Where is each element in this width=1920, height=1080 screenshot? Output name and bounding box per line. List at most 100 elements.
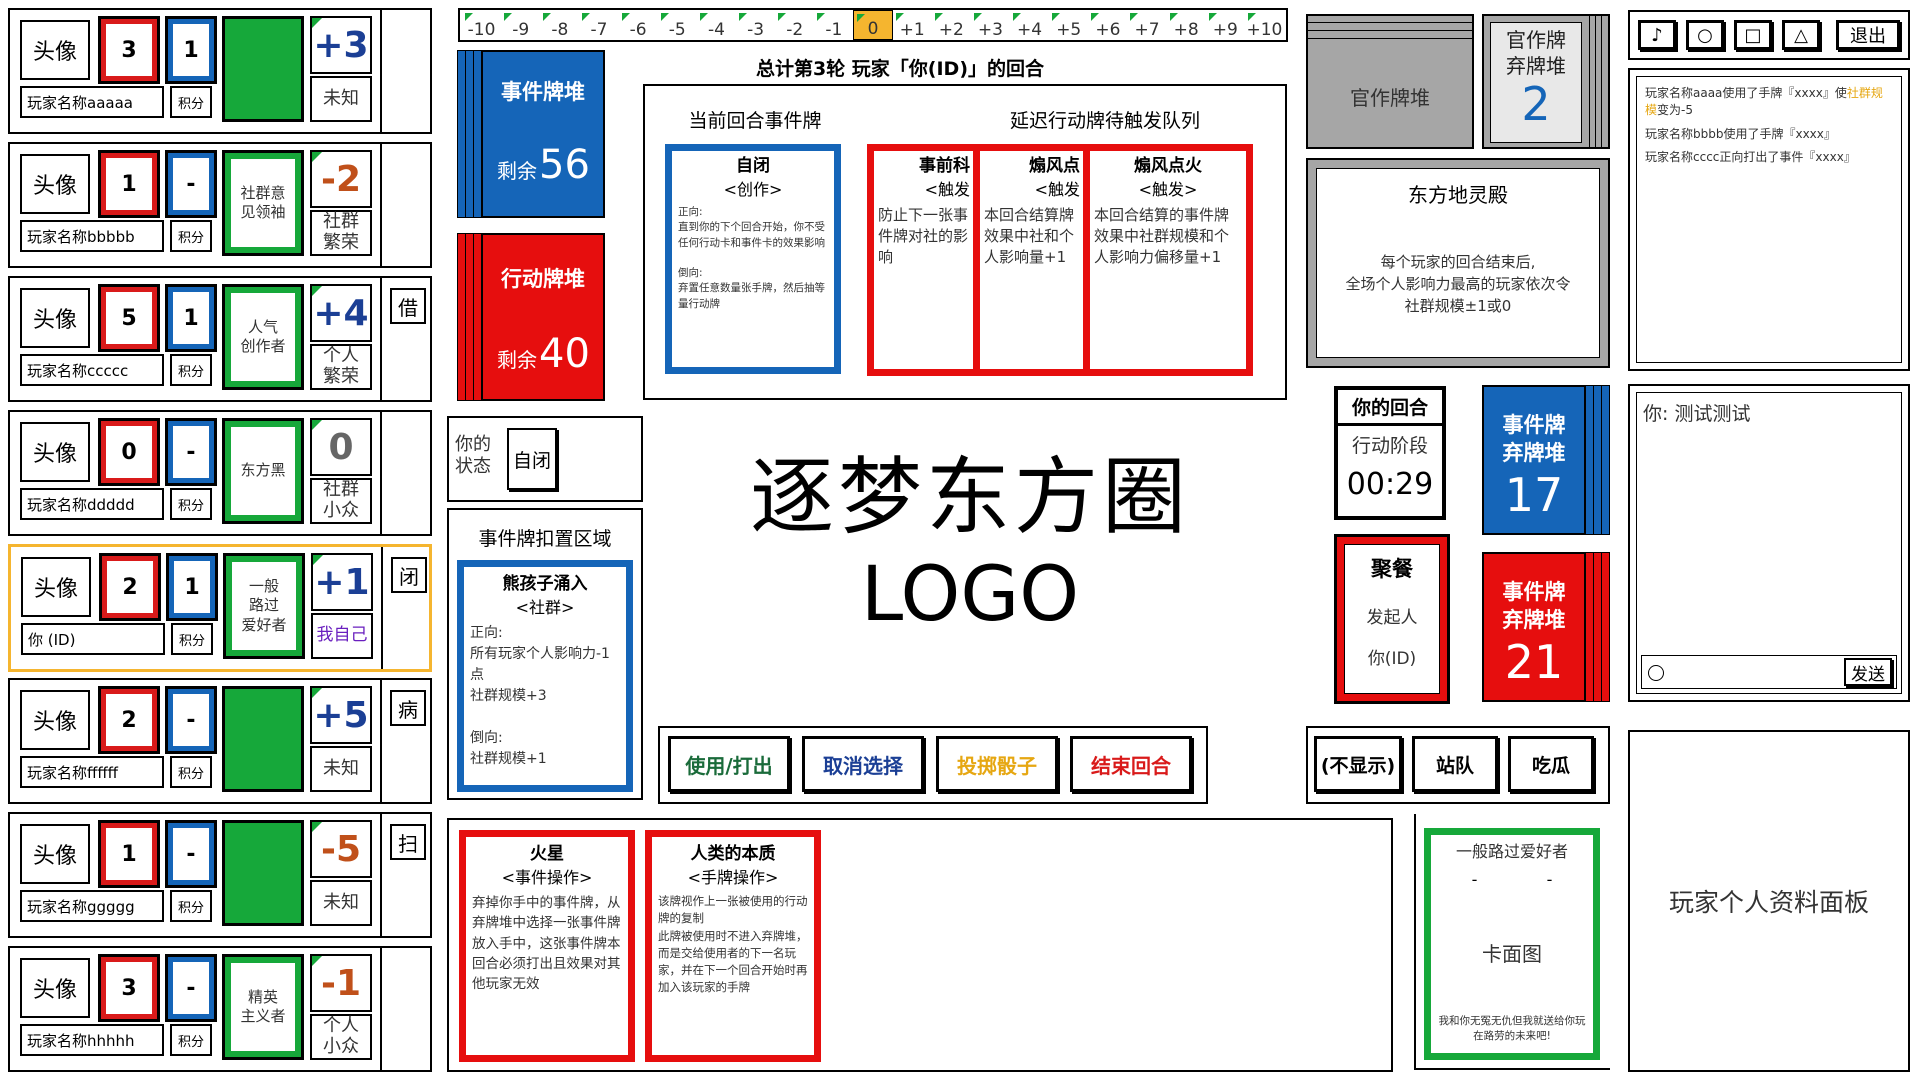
player-avatar[interactable]: 头像	[20, 288, 90, 348]
role-card[interactable]: 一般路过爱好者 - - 卡面图 我和你无冤无仇但我就送给你玩在路劳的未来吧!	[1424, 828, 1600, 1060]
round-title: 总计第3轮 玩家「你(ID)」的回合	[755, 57, 1045, 80]
deduct-card[interactable]: 熊孩子涌入 <社群> 正向: 所有玩家个人影响力-1点 社群规模+3 倒向: 社…	[457, 560, 633, 792]
your-turn-panel: 你的回合 行动阶段 00:29	[1334, 386, 1446, 520]
event-area: 当前回合事件牌 延迟行动牌待触发队列 自闭 <创作> 正向: 直到你的下个回合开…	[643, 84, 1287, 400]
chat-input[interactable]: 发送	[1641, 655, 1897, 689]
player-role-card[interactable]	[222, 686, 304, 792]
player-panel[interactable]: 头像 玩家名称hhhhh 积分 3- 精英 主义者 -1 个人 小众	[8, 946, 432, 1072]
profile-panel[interactable]: 玩家个人资料面板	[1628, 730, 1910, 1072]
player-panel[interactable]: 头像 玩家名称ddddd 积分 0- 东方黑 0 社群 小众	[8, 410, 432, 536]
player-blue-count: -	[165, 954, 217, 1022]
delay-card-sub: <触发	[1034, 179, 1080, 199]
player-blue-count: -	[165, 150, 217, 218]
party-card[interactable]: 聚餐 发起人 你(ID)	[1334, 534, 1450, 704]
player-avatar[interactable]: 头像	[21, 557, 91, 617]
player-role-card[interactable]: 东方黑	[222, 418, 304, 524]
dice-button[interactable]: 投掷骰子	[936, 736, 1058, 792]
player-name: 玩家名称ccccc	[20, 354, 164, 386]
event-discard-blue-title: 事件牌 弃牌堆	[1502, 413, 1566, 466]
deduct-card-name: 熊孩子涌入	[502, 574, 588, 594]
track-tick: -4	[697, 10, 736, 40]
player-panel[interactable]: 头像 玩家名称ggggg 积分 1- -5 未知扫	[8, 812, 432, 938]
player-role-card[interactable]: 一般 路过 爱好者	[223, 553, 305, 659]
player-panel[interactable]: 头像你 (ID) 积分 2 1 一般 路过 爱好者 +1 我自己闭	[8, 544, 432, 672]
delay-card-name: 煽风点火	[1134, 156, 1202, 176]
player-status-badge[interactable]: 闭	[391, 557, 427, 593]
player-status-badge[interactable]: 借	[390, 288, 426, 324]
send-button[interactable]: 发送	[1844, 658, 1892, 686]
delay-card-name: 煽风点	[1029, 156, 1080, 176]
event-discard-red[interactable]: 事件牌 弃牌堆 21	[1482, 552, 1610, 702]
player-panel[interactable]: 头像 玩家名称ccccc 积分 5 1 人气 创作者 +4 个人 繁荣借	[8, 276, 432, 402]
player-tag: 我自己	[311, 613, 373, 659]
player-role-card[interactable]	[222, 820, 304, 926]
player-divider	[380, 948, 382, 1070]
player-divider	[380, 10, 382, 132]
player-panel[interactable]: 头像 玩家名称bbbbb 积分 1- 社群意 见领袖 -2 社群 繁荣	[8, 142, 432, 268]
player-divider	[380, 814, 382, 936]
player-role-card[interactable]: 人气 创作者	[222, 284, 304, 390]
hand-card[interactable]: 火星 <事件操作> 弃掉你手中的事件牌，从弃牌堆中选择一张事件牌放入手中，这张事件牌…	[459, 830, 635, 1062]
player-score: 积分	[170, 756, 212, 788]
stance-melon-button[interactable]: 吃瓜	[1508, 736, 1594, 792]
event-deck[interactable]: 事件牌堆 剩余 56	[457, 50, 605, 218]
player-status-badge[interactable]: 病	[390, 690, 426, 726]
location-body: 每个玩家的回合结束后, 全场个人影响力最高的玩家依次令 社群规模±1或0	[1345, 253, 1571, 315]
current-event-body: 正向: 直到你的下个回合开始，你不受任何行动卡和事件卡的效果影响 倒向: 弃置任…	[678, 206, 825, 310]
player-name: 玩家名称hhhhh	[20, 1024, 164, 1056]
player-role-card[interactable]	[222, 16, 304, 122]
hand-card-sub: <事件操作>	[501, 867, 593, 887]
music-button[interactable]: ♪	[1638, 20, 1676, 50]
player-name: 玩家名称ffffff	[20, 756, 164, 788]
circle-button[interactable]: ○	[1686, 20, 1724, 50]
official-deck[interactable]: 官作牌堆	[1306, 14, 1474, 149]
player-avatar[interactable]: 头像	[20, 154, 90, 214]
chat-emoji-icon[interactable]	[1648, 665, 1664, 681]
player-score: 积分	[170, 220, 212, 252]
player-red-count: 5	[98, 284, 160, 352]
delay-queue-card[interactable]: 煽风点 <触发 本回合结算牌效果中社和个人影响量+1	[973, 144, 1091, 376]
player-influence-delta: -5	[310, 820, 372, 878]
player-avatar[interactable]: 头像	[20, 422, 90, 482]
player-avatar[interactable]: 头像	[20, 690, 90, 750]
track-tick: -1	[814, 10, 853, 40]
quit-button[interactable]: 退出	[1836, 20, 1900, 50]
play-button[interactable]: 使用/打出	[668, 736, 790, 792]
track-tick: +10	[1245, 10, 1284, 40]
hand-card[interactable]: 人类的本质 <手牌操作> 该牌视作上一张被使用的行动牌的复制 此牌被使用时不进入弃牌…	[645, 830, 821, 1062]
location-card[interactable]: 东方地灵殿 每个玩家的回合结束后, 全场个人影响力最高的玩家依次令 社群规模±1…	[1306, 158, 1610, 368]
player-name: 玩家名称ggggg	[20, 890, 164, 922]
deduct-area: 事件牌扣置区域 熊孩子涌入 <社群> 正向: 所有玩家个人影响力-1点 社群规模…	[447, 508, 643, 800]
player-avatar[interactable]: 头像	[20, 958, 90, 1018]
track-tick: -6	[619, 10, 658, 40]
cancel-button[interactable]: 取消选择	[802, 736, 924, 792]
delay-queue-card[interactable]: 煽风点火 <触发> 本回合结算的事件牌效果中社群规模和个人影响力偏移量+1	[1083, 144, 1253, 376]
track-tick: -9	[501, 10, 540, 40]
player-role-card[interactable]: 精英 主义者	[222, 954, 304, 1060]
my-state-label: 你的 状态	[455, 434, 491, 477]
track-tick: +9	[1206, 10, 1245, 40]
log-entry: 玩家名称bbbb使用了手牌『xxxx』	[1645, 126, 1836, 141]
hand-card-body: 弃掉你手中的事件牌，从弃牌堆中选择一张事件牌放入手中，这张事件牌本回合必须打出且…	[472, 895, 621, 993]
stance-side-button[interactable]: 站队	[1412, 736, 1498, 792]
player-panel[interactable]: 头像 玩家名称ffffff 积分 2- +5 未知病	[8, 678, 432, 804]
delay-queue-card[interactable]: 事前科 <触发 防止下一张事件牌对社的影响	[867, 144, 981, 376]
event-discard-blue[interactable]: 事件牌 弃牌堆 17	[1482, 385, 1610, 535]
official-discard[interactable]: 官作牌 弃牌堆 2	[1482, 14, 1610, 149]
action-deck[interactable]: 行动牌堆 剩余 40	[457, 233, 605, 401]
player-divider	[380, 412, 382, 534]
track-tick: -10	[462, 10, 501, 40]
triangle-button[interactable]: △	[1782, 20, 1820, 50]
action-deck-remain-label: 剩余	[497, 348, 537, 372]
event-discard-red-title: 事件牌 弃牌堆	[1502, 580, 1566, 633]
player-avatar[interactable]: 头像	[20, 824, 90, 884]
end-turn-button[interactable]: 结束回合	[1070, 736, 1192, 792]
current-event-card[interactable]: 自闭 <创作> 正向: 直到你的下个回合开始，你不受任何行动卡和事件卡的效果影响…	[665, 144, 841, 374]
player-avatar[interactable]: 头像	[20, 20, 90, 80]
stance-hide-button[interactable]: (不显示)	[1314, 736, 1402, 792]
player-status-badge[interactable]: 扫	[390, 824, 426, 860]
hand-area: 火星 <事件操作> 弃掉你手中的事件牌，从弃牌堆中选择一张事件牌放入手中，这张事件牌…	[447, 818, 1393, 1072]
player-panel[interactable]: 头像 玩家名称aaaaa 积分 3 1 +3 未知	[8, 8, 432, 134]
square-button[interactable]: □	[1734, 20, 1772, 50]
player-role-card[interactable]: 社群意 见领袖	[222, 150, 304, 256]
